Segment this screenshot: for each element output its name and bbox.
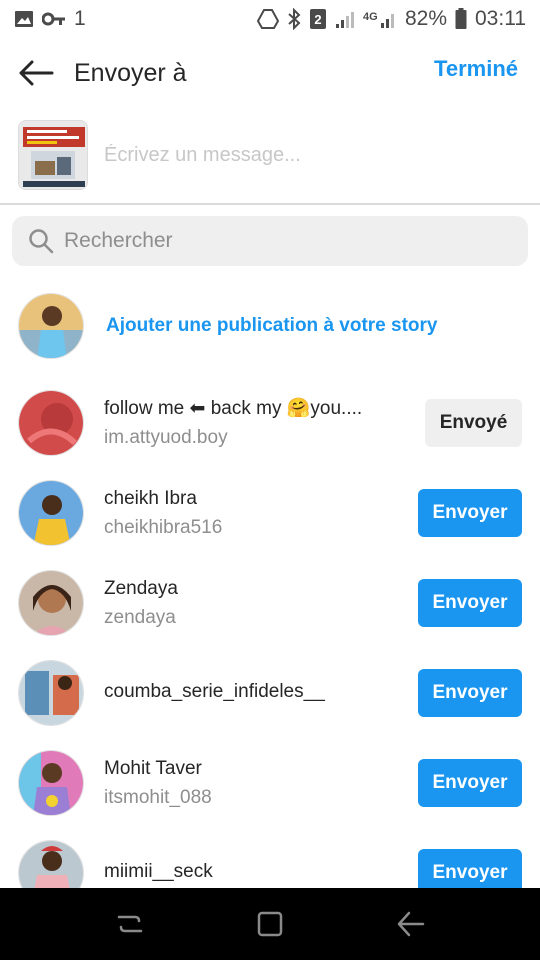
post-thumbnail [18, 120, 88, 190]
svg-text:2: 2 [314, 12, 321, 27]
list-item: follow me ⬅ back my 🤗you.... im.attyuod.… [18, 390, 522, 456]
send-button[interactable]: Envoyer [418, 579, 522, 627]
back-icon [397, 911, 425, 937]
back-button[interactable] [0, 38, 72, 108]
done-button[interactable]: Terminé [434, 56, 518, 82]
list-item: Mohit Taver itsmohit_088 Envoyer [18, 750, 522, 816]
system-back-button[interactable] [380, 894, 440, 954]
sim-icon: 2 [309, 8, 327, 30]
divider [0, 203, 540, 205]
contact-username: itsmohit_088 [104, 786, 212, 808]
recent-apps-button[interactable] [100, 894, 160, 954]
add-to-story-row[interactable]: Ajouter une publication à votre story [18, 293, 522, 359]
send-button[interactable]: Envoyer [418, 759, 522, 807]
contact-name: cheikh Ibra [104, 487, 197, 509]
add-to-story-label: Ajouter une publication à votre story [106, 315, 438, 336]
clock: 03:11 [475, 7, 526, 30]
message-composer [18, 118, 522, 192]
contact-names: follow me ⬅ back my 🤗you.... im.attyuod.… [104, 396, 425, 451]
send-button[interactable]: Envoyer [418, 669, 522, 717]
status-bar: 1 2 4G 82% 03:11 [0, 0, 540, 38]
sent-button[interactable]: Envoyé [425, 399, 522, 447]
system-nav-bar [0, 888, 540, 960]
avatar [18, 293, 84, 359]
contact-name: miimii__seck [104, 860, 213, 882]
page-title: Envoyer à [74, 58, 187, 87]
contact-names: cheikh Ibra cheikhibra516 [104, 486, 418, 541]
search-icon [29, 229, 54, 254]
home-button[interactable] [240, 894, 300, 954]
contact-name: coumba_serie_infideles__ [104, 680, 325, 702]
image-notification-icon [14, 10, 34, 28]
avatar [18, 480, 84, 546]
contact-names: coumba_serie_infideles__ [104, 679, 418, 708]
avatar [18, 390, 84, 456]
drive-icon [256, 9, 279, 29]
contact-name: Mohit Taver [104, 757, 202, 779]
search-bar[interactable] [12, 216, 528, 266]
svg-text:4G: 4G [363, 11, 378, 23]
contact-names: miimii__seck [104, 859, 418, 888]
contact-username: im.attyuod.boy [104, 426, 228, 448]
avatar [18, 750, 84, 816]
avatar [18, 660, 84, 726]
back-arrow-icon [19, 60, 54, 86]
status-right: 2 4G 82% 03:11 [256, 7, 526, 31]
recent-apps-icon [117, 915, 143, 933]
contact-name: Zendaya [104, 577, 178, 599]
search-input[interactable] [64, 229, 504, 253]
home-icon [257, 911, 283, 937]
contact-username: zendaya [104, 606, 176, 628]
contact-names: Mohit Taver itsmohit_088 [104, 756, 418, 811]
list-item: Zendaya zendaya Envoyer [18, 570, 522, 636]
list-item: cheikh Ibra cheikhibra516 Envoyer [18, 480, 522, 546]
status-left: 1 [14, 7, 86, 31]
send-button[interactable]: Envoyer [418, 489, 522, 537]
avatar [18, 570, 84, 636]
header: Envoyer à Terminé [0, 38, 540, 108]
contact-username: cheikhibra516 [104, 516, 223, 538]
notification-count: 1 [74, 7, 86, 30]
battery-icon [455, 8, 467, 30]
list-item: coumba_serie_infideles__ Envoyer [18, 660, 522, 726]
network-4g-icon: 4G [363, 8, 397, 30]
bluetooth-icon [287, 8, 301, 30]
battery-percent: 82% [404, 7, 447, 30]
key-icon [42, 11, 66, 27]
contact-name: follow me ⬅ back my 🤗you.... [104, 397, 363, 419]
signal-icon [335, 9, 355, 29]
message-input[interactable] [104, 143, 484, 167]
contact-names: Zendaya zendaya [104, 576, 418, 631]
